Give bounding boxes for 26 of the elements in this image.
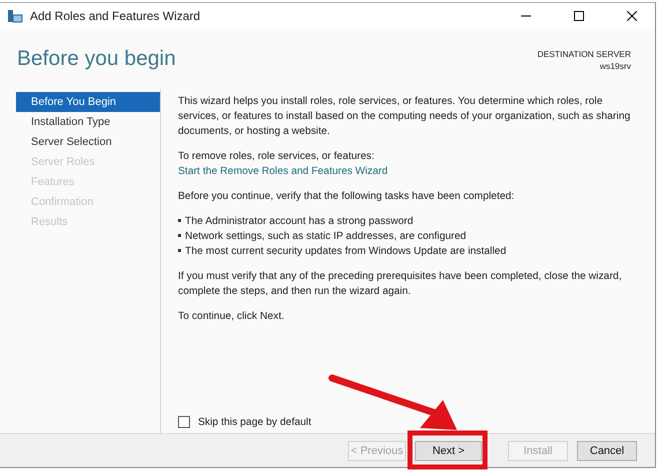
page-title: Before you begin [17, 47, 176, 71]
bullet-icon [178, 219, 181, 222]
maximize-icon [574, 11, 584, 21]
skip-checkbox[interactable] [178, 416, 190, 428]
task-item: The Administrator account has a strong password [185, 215, 414, 229]
destination-label: DESTINATION SERVER [537, 49, 631, 59]
sidebar-item[interactable]: Server Selection [16, 132, 160, 152]
remove-wizard-link[interactable]: Start the Remove Roles and Features Wizard [178, 164, 641, 179]
bullet-icon [178, 234, 181, 237]
task-item: Network settings, such as static IP addresses, are configured [185, 230, 466, 244]
sidebar-item[interactable]: Installation Type [16, 112, 160, 132]
verify-text: Before you continue, verify that the following tasks have been completed: [178, 190, 516, 204]
wizard-button[interactable]: Cancel [577, 440, 637, 460]
remove-label: To remove roles, role services, or features: [178, 150, 376, 164]
intro-text: This wizard helps you install roles, role services, or features. You determine which roles, role services, or features to install based on the computing needs of your organization, such as sharing documents, or hosting a website. [178, 95, 632, 139]
bullet-icon [178, 249, 181, 252]
sidebar-item[interactable]: Before You Begin [16, 92, 160, 112]
continue-text: To continue, click Next. [178, 310, 286, 324]
prerequisites-text: If you must verify that any of the preceding prerequisites have been completed, close the wizard, complete the steps, and then run the wizard again. [178, 270, 623, 299]
window-title: Add Roles and Features Wizard [30, 9, 202, 23]
server-manager-icon [7, 9, 23, 23]
close-icon [627, 11, 637, 21]
task-item: The most current security updates from Windows Update are installed [185, 245, 506, 259]
checkbox-label: Skip this page by default [198, 416, 312, 428]
destination-server: ws19srv [600, 61, 631, 71]
wizard-button[interactable]: Next > [415, 440, 482, 460]
